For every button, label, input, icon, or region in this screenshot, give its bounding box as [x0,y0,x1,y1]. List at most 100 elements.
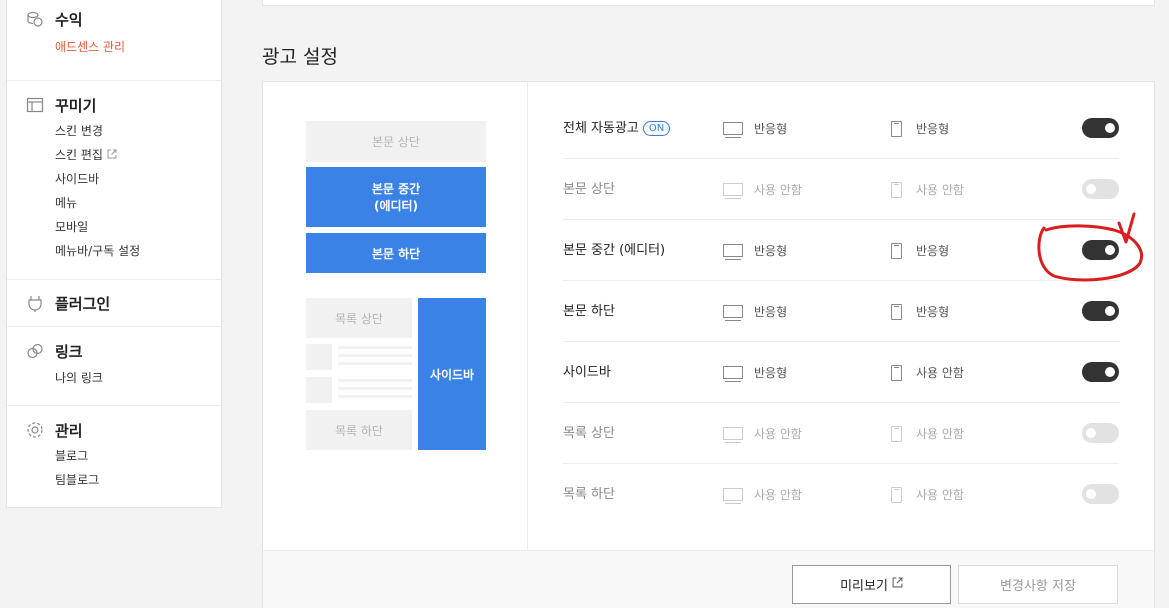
pc-setting-label: 반응형 [754,122,788,136]
sidebar-item-menu[interactable]: 메뉴 [25,191,221,215]
phone-icon [891,181,902,198]
monitor-icon [723,122,743,138]
ad-row-name: 사이드바 [563,365,611,380]
sidebar-title: 꾸미기 [55,96,97,115]
pc-setting[interactable]: 사용 안함 [723,159,802,220]
save-changes-button[interactable]: 변경사항 저장 [958,565,1118,604]
toggle-switch[interactable] [1082,301,1119,321]
phone-icon [891,486,902,503]
ad-row-sidebar: 사이드바 반응형 사용 안함 [563,342,1119,403]
diagram-sidebar: 사이드바 [418,298,486,450]
mobile-setting[interactable]: 반응형 [891,98,949,159]
ad-row-name: 본문 하단 [563,304,615,319]
mobile-setting[interactable]: 반응형 [891,281,949,342]
pc-setting[interactable]: 사용 안함 [723,403,802,464]
sidebar-item-my-link[interactable]: 나의 링크 [25,366,221,390]
diagram-line [338,387,412,390]
sidebar-head-link[interactable]: 링크 [25,339,221,363]
sidebar-item-menubar[interactable]: 메뉴바/구독 설정 [25,239,221,263]
ad-row-auto: 전체 자동광고 ON 반응형 반응형 [563,98,1119,159]
sidebar-item-team-blog[interactable]: 팀블로그 [25,468,221,492]
monitor-icon [723,244,743,260]
toggle-switch[interactable] [1082,484,1119,504]
pc-setting-label: 사용 안함 [754,183,802,197]
diagram-bottom: 본문 하단 [306,233,486,273]
sidebar-group-plugin: 플러그인 [7,280,221,327]
plug-icon [25,293,45,313]
mobile-setting[interactable]: 사용 안함 [891,464,964,525]
pc-setting-label: 반응형 [754,244,788,258]
page-title: 광고 설정 [262,46,338,68]
phone-icon [891,303,902,320]
previous-panel-edge [262,0,1155,6]
pc-setting[interactable]: 반응형 [723,342,787,403]
diagram-line [338,354,412,357]
diagram-line [338,395,412,398]
diagram-top: 본문 상단 [306,121,486,162]
pc-setting-label: 사용 안함 [754,488,802,502]
ad-row-name: 목록 하단 [563,487,615,502]
sidebar-head-decorate[interactable]: 꾸미기 [25,93,221,117]
mobile-setting[interactable]: 사용 안함 [891,403,964,464]
gear-icon [25,420,45,440]
sidebar-head-revenue[interactable]: 수익 [25,7,221,31]
sidebar-group-revenue: 수익 애드센스 관리 [7,0,221,81]
coins-icon [25,9,45,29]
sidebar-title: 플러그인 [55,294,111,313]
pc-setting-label: 반응형 [754,366,788,380]
diagram-middle-line2: (에디터) [373,199,419,213]
sidebar-head-plugin[interactable]: 플러그인 [25,291,221,315]
ad-row-name: 본문 중간 (에디터) [563,243,666,258]
toggle-switch[interactable] [1082,240,1119,260]
sidebar-item-sidebar[interactable]: 사이드바 [25,167,221,191]
pc-setting[interactable]: 반응형 [723,281,787,342]
pc-setting[interactable]: 반응형 [723,98,787,159]
diagram-middle-line1: 본문 중간 [371,182,421,196]
mobile-setting[interactable]: 사용 안함 [891,159,964,220]
monitor-icon [723,305,743,321]
pc-setting-label: 반응형 [754,305,788,319]
toggle-switch[interactable] [1082,362,1119,382]
diagram-line [338,346,412,349]
ad-row-body-bottom: 본문 하단 반응형 반응형 [563,281,1119,342]
ad-row-label: 전체 자동광고 [563,121,639,136]
toggle-switch[interactable] [1082,423,1119,443]
mobile-setting-label: 사용 안함 [916,488,964,502]
diagram-thumb [306,377,332,403]
phone-icon [891,120,902,137]
monitor-icon [723,488,743,504]
sidebar-title: 링크 [55,342,83,361]
mobile-setting[interactable]: 사용 안함 [891,342,964,403]
toggle-switch[interactable] [1082,118,1119,138]
monitor-icon [723,427,743,443]
phone-icon [891,425,902,442]
preview-button-label: 미리보기 [840,579,888,594]
diagram-list-top: 목록 상단 [306,298,412,338]
status-badge: ON [642,121,671,136]
toggle-switch[interactable] [1082,179,1119,199]
mobile-setting-label: 반응형 [916,305,950,319]
mobile-setting[interactable]: 반응형 [891,220,949,281]
phone-icon [891,364,902,381]
ad-row-list-bottom: 목록 하단 사용 안함 사용 안함 [563,464,1119,525]
sidebar-item-skin-change[interactable]: 스킨 변경 [25,119,221,143]
sidebar-item-blog[interactable]: 블로그 [25,444,221,468]
external-link-icon [107,143,117,167]
preview-button[interactable]: 미리보기 [792,565,951,604]
sidebar-head-manage[interactable]: 관리 [25,418,221,442]
diagram-line [338,362,412,365]
sidebar-item-skin-edit[interactable]: 스킨 편집 [25,143,221,167]
sidebar-item-adsense[interactable]: 애드센스 관리 [25,35,221,59]
sidebar-item-mobile[interactable]: 모바일 [25,215,221,239]
ad-row-name: 본문 상단 [563,182,615,197]
diagram-list-bottom: 목록 하단 [306,410,412,450]
ad-settings-panel: 본문 상단 본문 중간 (에디터) 본문 하단 목록 상단 목록 하단 사이드바… [262,81,1155,608]
pc-setting[interactable]: 사용 안함 [723,464,802,525]
link-icon [25,341,45,361]
mobile-setting-label: 사용 안함 [916,366,964,380]
sidebar-title: 관리 [55,421,83,440]
pc-setting[interactable]: 반응형 [723,220,787,281]
phone-icon [891,242,902,259]
ad-row-list-top: 목록 상단 사용 안함 사용 안함 [563,403,1119,464]
sidebar-group-manage: 관리 블로그 팀블로그 [7,406,221,509]
